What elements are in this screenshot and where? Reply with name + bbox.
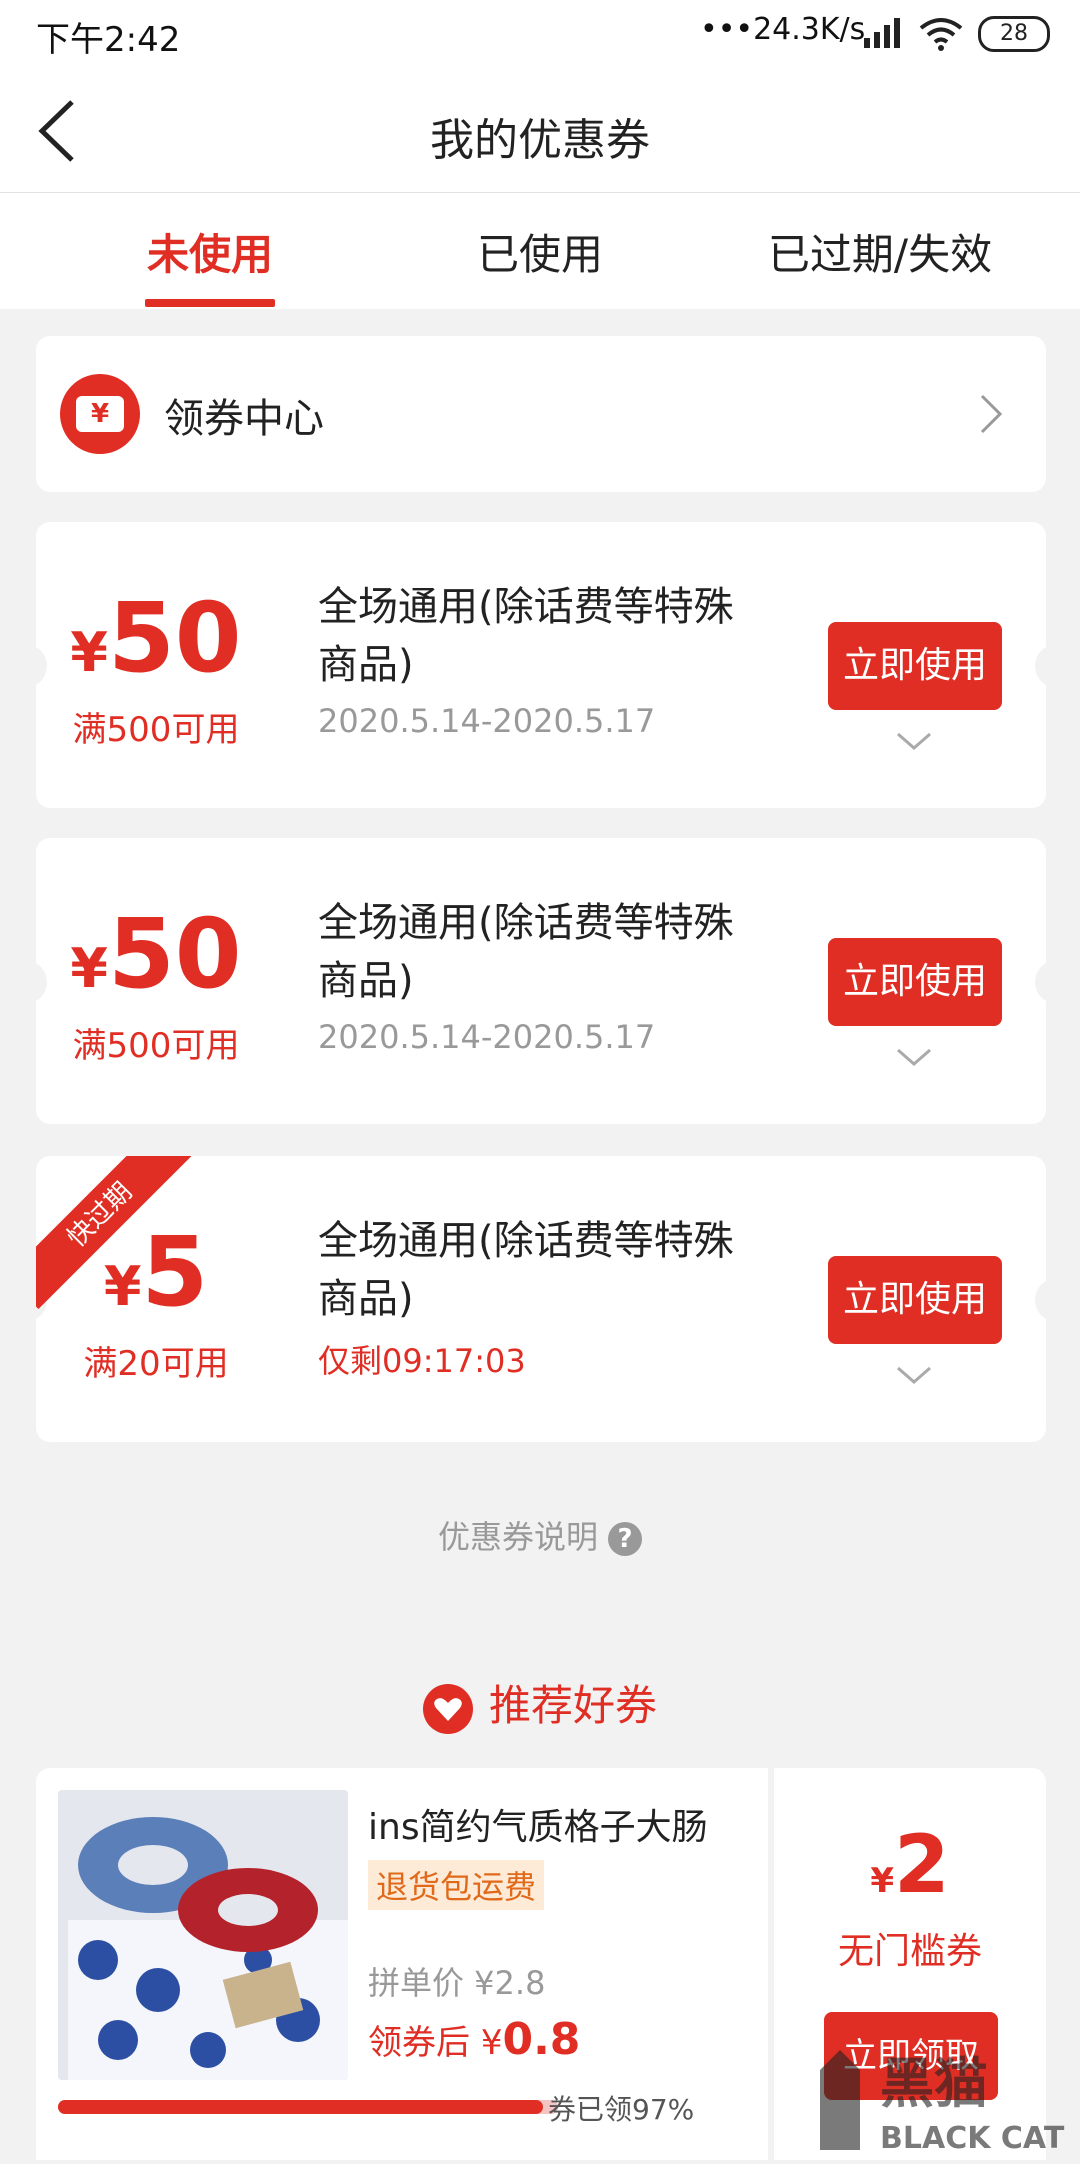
recommend-title-label: 推荐好券 [488,1681,657,1730]
product-image [58,1790,348,2080]
coupon-center-icon: ¥ [60,374,140,454]
coupon-condition: 满20可用 [83,1344,229,1384]
coupon-amount: ¥5 [103,1216,209,1328]
tab-unused[interactable]: 未使用 [110,221,310,282]
chevron-down-icon[interactable] [894,1362,934,1388]
tab-underline [145,299,275,307]
use-now-button[interactable]: 立即使用 [828,938,1002,1026]
recommend-coupon-amount: ¥2 [870,1818,950,1911]
group-price: 拼单价 ¥2.8 [368,1964,546,2002]
coupon-center-row[interactable]: ¥ 领券中心 [36,336,1046,492]
coupon-date: 2020.5.14-2020.5.17 [318,702,656,740]
product-name: ins简约气质格子大肠 [368,1807,708,1848]
claim-progress-bar [58,2100,558,2114]
coupon-date: 2020.5.14-2020.5.17 [318,1018,656,1056]
use-now-button[interactable]: 立即使用 [828,1256,1002,1344]
coupon-amount: ¥50 [70,898,242,1010]
recommend-coupon-label: 无门槛券 [837,1931,982,1972]
chevron-down-icon[interactable] [894,728,934,754]
coupon-amount: ¥50 [70,582,242,694]
free-return-badge: 退货包运费 [368,1860,545,1910]
tab-bar: 未使用 已使用 已过期/失效 [0,193,1080,309]
coupon-help-link[interactable]: 优惠券说明? [0,1512,1080,1558]
svg-text:黑猫: 黑猫 [880,2052,988,2115]
recommend-product-card[interactable]: ins简约气质格子大肠 退货包运费 拼单价 ¥2.8 领券后 ¥0.8 券已领9… [36,1768,768,2160]
wifi-icon [919,18,963,51]
coupon-description: 全场通用(除话费等特殊商品) [318,900,734,1004]
status-bar: 下午2:42 •••24.3K/s 28 [0,0,1080,68]
svg-text:BLACK CAT: BLACK CAT [880,2121,1065,2156]
coupon-help-label: 优惠券说明 [437,1518,598,1556]
coupon-card: ¥50 满500可用 全场通用(除话费等特殊商品) 2020.5.14-2020… [36,838,1046,1124]
recommend-title: 推荐好券 [0,1672,1080,1734]
coupon-description: 全场通用(除话费等特殊商品) [318,1218,734,1322]
chevron-down-icon[interactable] [894,1044,934,1070]
page-title: 我的优惠券 [430,115,650,166]
chevron-right-icon [980,394,1003,434]
claim-progress-text: 券已领97% [548,2093,695,2126]
price-after-coupon: 领券后 ¥0.8 [368,2014,581,2065]
heart-icon [422,1683,473,1734]
coupon-description: 全场通用(除话费等特殊商品) [318,584,734,688]
coupon-condition: 满500可用 [72,1026,240,1066]
black-cat-watermark: 黑猫 BLACK CAT [800,2040,1070,2160]
signal-icon [864,18,900,48]
claim-progress-fill [58,2100,543,2114]
question-icon: ? [608,1522,642,1556]
use-now-button[interactable]: 立即使用 [828,622,1002,710]
nav-bar: 我的优惠券 [0,68,1080,193]
battery-icon: 28 [978,16,1050,52]
status-time: 下午2:42 [36,20,181,60]
coupon-center-label: 领券中心 [164,396,324,442]
tab-expired[interactable]: 已过期/失效 [730,221,1030,282]
network-speed: •••24.3K/s [700,12,866,47]
coupon-countdown: 仅剩09:17:03 [318,1342,526,1380]
tab-used[interactable]: 已使用 [440,221,640,282]
coupon-card: ¥50 满500可用 全场通用(除话费等特殊商品) 2020.5.14-2020… [36,522,1046,808]
coupon-card: 快过期 ¥5 满20可用 全场通用(除话费等特殊商品) 仅剩09:17:03 立… [36,1156,1046,1442]
coupon-condition: 满500可用 [72,710,240,750]
